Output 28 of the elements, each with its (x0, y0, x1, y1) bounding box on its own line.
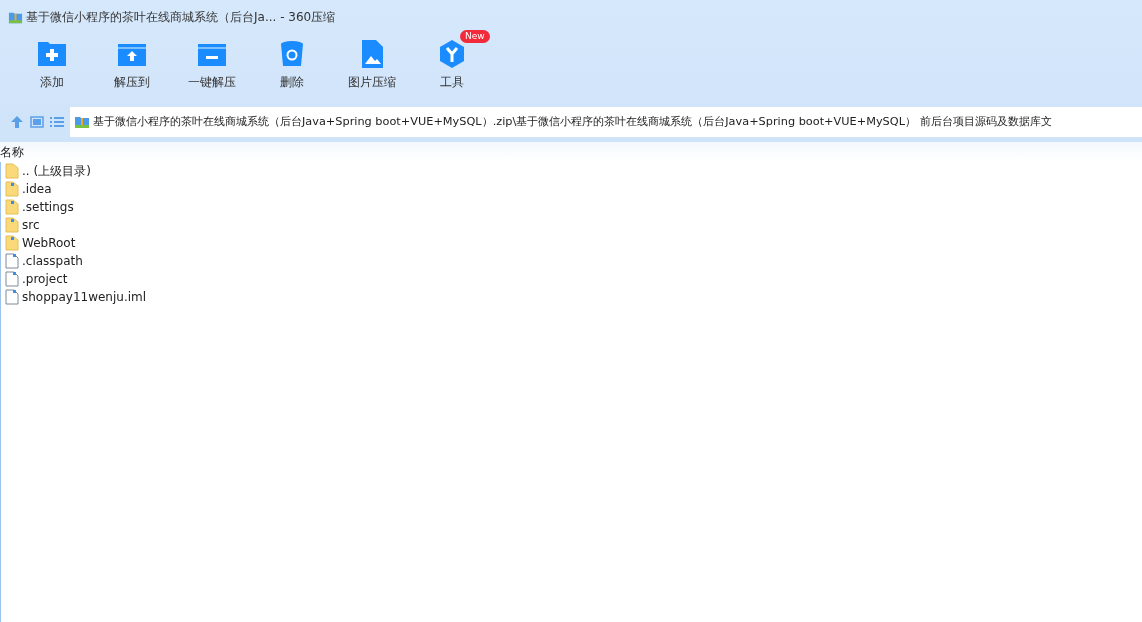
file-name[interactable]: .project (22, 270, 68, 288)
toolbar-button[interactable]: 图片压缩 (332, 34, 412, 102)
file-name[interactable]: .classpath (22, 252, 83, 270)
folder-icon (5, 199, 19, 215)
file-name[interactable]: WebRoot (22, 234, 76, 252)
file-name[interactable]: shoppay11wenju.iml (22, 288, 147, 306)
folder-icon (5, 163, 19, 179)
toolbar-button[interactable]: 添加 (12, 34, 92, 102)
toolbar-button[interactable]: 解压到 (92, 34, 172, 102)
file-name[interactable]: .idea (22, 180, 52, 198)
up-arrow-icon[interactable] (10, 115, 24, 129)
thumbnail-view-icon[interactable] (30, 116, 44, 128)
file-icon (5, 271, 19, 287)
window-title: 基于微信小程序的茶叶在线商城系统（后台Ja... - 360压缩 (26, 9, 336, 26)
file-name[interactable]: .. (上级目录) (22, 162, 91, 180)
file-name[interactable]: src (22, 216, 40, 234)
new-badge: New (460, 30, 490, 43)
folder-icon (5, 235, 19, 251)
toolbar-button[interactable]: 删除 (252, 34, 332, 102)
folder-icon (5, 181, 19, 197)
archive-icon (74, 114, 90, 130)
file-icon (5, 253, 19, 269)
list-view-icon[interactable] (50, 116, 64, 128)
toolbar-button[interactable]: 一键解压 (172, 34, 252, 102)
file-icon (5, 289, 19, 305)
file-name[interactable]: .settings (22, 198, 74, 216)
address-field[interactable]: 基于微信小程序的茶叶在线商城系统（后台Java+Spring boot+VUE+MySQL）.zip\基于微信小程序的茶叶在线商城系统（后台Java+Spring boot+VUE+MySQL） 前后台项目源码及数据库文 (70, 107, 1142, 137)
folder-icon (5, 217, 19, 233)
